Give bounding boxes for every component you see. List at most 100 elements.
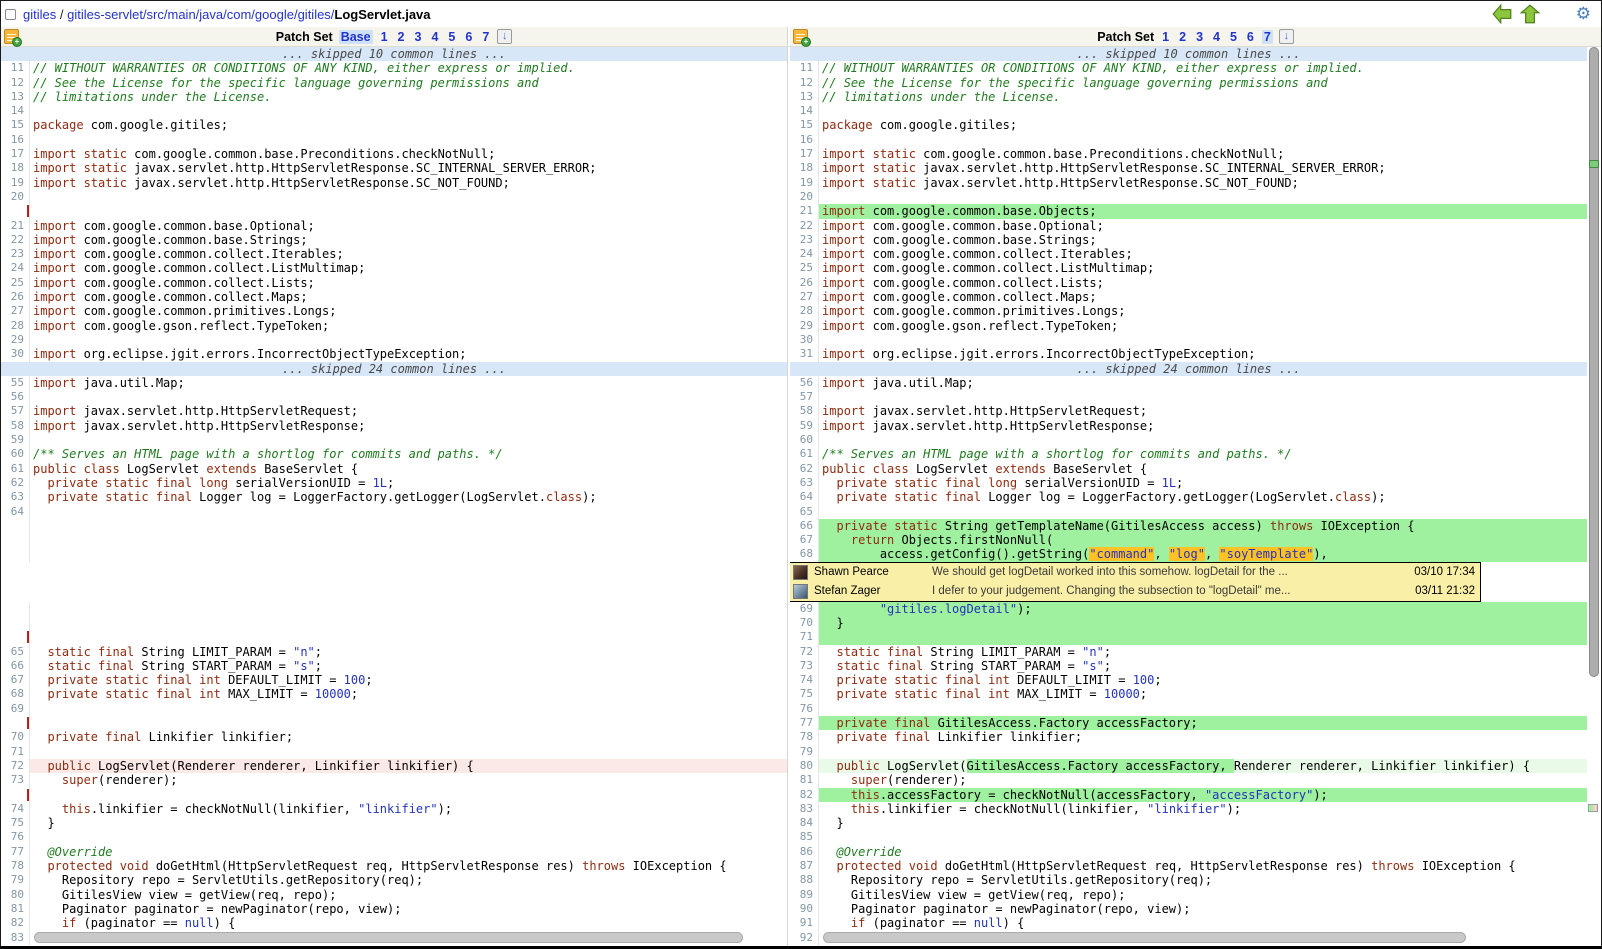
line-number[interactable]: 22	[790, 219, 819, 233]
line-number[interactable]: 21	[790, 204, 819, 218]
line-number[interactable]: 88	[790, 873, 819, 887]
line-number[interactable]: 18	[790, 161, 819, 175]
reviewed-checkbox[interactable]	[5, 9, 16, 20]
skipped-lines-banner[interactable]: ... skipped 24 common lines ...	[790, 362, 1587, 376]
line-number[interactable]: 80	[1, 888, 30, 902]
line-number[interactable]: 71	[790, 630, 819, 644]
line-number[interactable]: 17	[1, 147, 30, 161]
download-icon[interactable]: ↓	[1279, 29, 1294, 44]
line-number[interactable]: 63	[790, 476, 819, 490]
line-number[interactable]: 28	[1, 319, 30, 333]
line-number[interactable]: 82	[1, 916, 30, 930]
line-number[interactable]: 13	[790, 90, 819, 104]
line-number[interactable]: 63	[1, 490, 30, 504]
line-number[interactable]: 59	[1, 433, 30, 447]
line-number[interactable]: 73	[1, 773, 30, 787]
skipped-lines-banner[interactable]: ... skipped 10 common lines ...	[790, 47, 1587, 61]
patchset-option-base[interactable]: Base	[339, 30, 373, 44]
line-number[interactable]: 22	[1, 233, 30, 247]
add-file-comment-icon[interactable]: +	[793, 29, 808, 44]
line-number[interactable]: 12	[790, 76, 819, 90]
line-number[interactable]: 83	[1, 931, 30, 945]
line-number[interactable]: 59	[790, 419, 819, 433]
line-number[interactable]: 78	[1, 859, 30, 873]
line-number[interactable]: 14	[790, 104, 819, 118]
line-number[interactable]: 73	[790, 659, 819, 673]
line-number[interactable]: 70	[1, 730, 30, 744]
line-number[interactable]: 24	[790, 247, 819, 261]
line-number[interactable]: 77	[1, 845, 30, 859]
line-number[interactable]: 56	[790, 376, 819, 390]
line-number[interactable]: 71	[1, 745, 30, 759]
patchset-option-4[interactable]: 4	[1211, 30, 1222, 44]
patchset-option-3[interactable]: 3	[1194, 30, 1205, 44]
patchset-option-6[interactable]: 6	[1245, 30, 1256, 44]
line-number[interactable]: 29	[1, 333, 30, 347]
line-number[interactable]: 23	[1, 247, 30, 261]
line-number[interactable]: 72	[1, 759, 30, 773]
line-number[interactable]: 56	[1, 390, 30, 404]
line-number[interactable]: 79	[790, 745, 819, 759]
up-to-change-icon[interactable]	[1520, 4, 1540, 24]
line-number[interactable]: 68	[790, 547, 819, 561]
line-number[interactable]: 30	[790, 333, 819, 347]
line-number[interactable]: 60	[1, 447, 30, 461]
line-number[interactable]: 86	[790, 845, 819, 859]
line-number[interactable]: 72	[790, 645, 819, 659]
line-number[interactable]: 74	[1, 802, 30, 816]
patchset-option-5[interactable]: 5	[446, 30, 457, 44]
comment-row[interactable]: Stefan ZagerI defer to your judgement. C…	[790, 582, 1480, 601]
line-number[interactable]: 27	[790, 290, 819, 304]
h-scrollbar-thumb[interactable]	[34, 932, 743, 943]
line-number[interactable]: 12	[1, 76, 30, 90]
line-number[interactable]: 81	[790, 773, 819, 787]
line-number[interactable]: 87	[790, 859, 819, 873]
line-number[interactable]: 11	[790, 61, 819, 75]
line-number[interactable]: 79	[1, 873, 30, 887]
line-number[interactable]: 75	[1, 816, 30, 830]
patchset-option-6[interactable]: 6	[463, 30, 474, 44]
preferences-gear-icon[interactable]: ⚙	[1576, 5, 1591, 23]
line-number[interactable]: 78	[790, 730, 819, 744]
line-number[interactable]: 55	[1, 376, 30, 390]
line-number[interactable]: 61	[1, 462, 30, 476]
breadcrumb-project-link[interactable]: gitiles	[23, 7, 56, 22]
line-number[interactable]: 67	[790, 533, 819, 547]
line-number[interactable]: 65	[1, 645, 30, 659]
line-number[interactable]: 25	[790, 261, 819, 275]
patchset-option-4[interactable]: 4	[429, 30, 440, 44]
patchset-option-1[interactable]: 1	[379, 30, 390, 44]
line-number[interactable]: 19	[790, 176, 819, 190]
line-number[interactable]: 77	[790, 716, 819, 730]
line-number[interactable]: 20	[790, 190, 819, 204]
line-number[interactable]: 84	[790, 816, 819, 830]
line-number[interactable]: 23	[790, 233, 819, 247]
line-number[interactable]: 17	[790, 147, 819, 161]
add-file-comment-icon[interactable]: +	[4, 29, 19, 44]
line-number[interactable]: 66	[790, 519, 819, 533]
line-number[interactable]: 13	[1, 90, 30, 104]
line-number[interactable]: 66	[1, 659, 30, 673]
v-scrollbar-thumb[interactable]	[1589, 47, 1599, 677]
previous-file-icon[interactable]	[1492, 4, 1512, 24]
patchset-option-1[interactable]: 1	[1160, 30, 1171, 44]
line-number[interactable]: 19	[1, 176, 30, 190]
line-number[interactable]: 62	[1, 476, 30, 490]
line-number[interactable]: 76	[790, 702, 819, 716]
line-number[interactable]: 18	[1, 161, 30, 175]
line-number[interactable]: 69	[790, 602, 819, 616]
line-number[interactable]: 16	[1, 133, 30, 147]
line-number[interactable]: 74	[790, 673, 819, 687]
line-number[interactable]: 65	[790, 505, 819, 519]
line-number[interactable]: 14	[1, 104, 30, 118]
line-number[interactable]: 60	[790, 433, 819, 447]
line-number[interactable]: 92	[790, 931, 819, 945]
line-number[interactable]: 90	[790, 902, 819, 916]
skipped-lines-banner[interactable]: ... skipped 24 common lines ...	[1, 362, 787, 376]
line-number[interactable]: 89	[790, 888, 819, 902]
line-number[interactable]: 57	[1, 404, 30, 418]
line-number[interactable]: 28	[790, 304, 819, 318]
comment-row[interactable]: Shawn PearceWe should get logDetail work…	[790, 563, 1480, 582]
patchset-option-7[interactable]: 7	[1262, 30, 1273, 44]
patchset-option-7[interactable]: 7	[480, 30, 491, 44]
